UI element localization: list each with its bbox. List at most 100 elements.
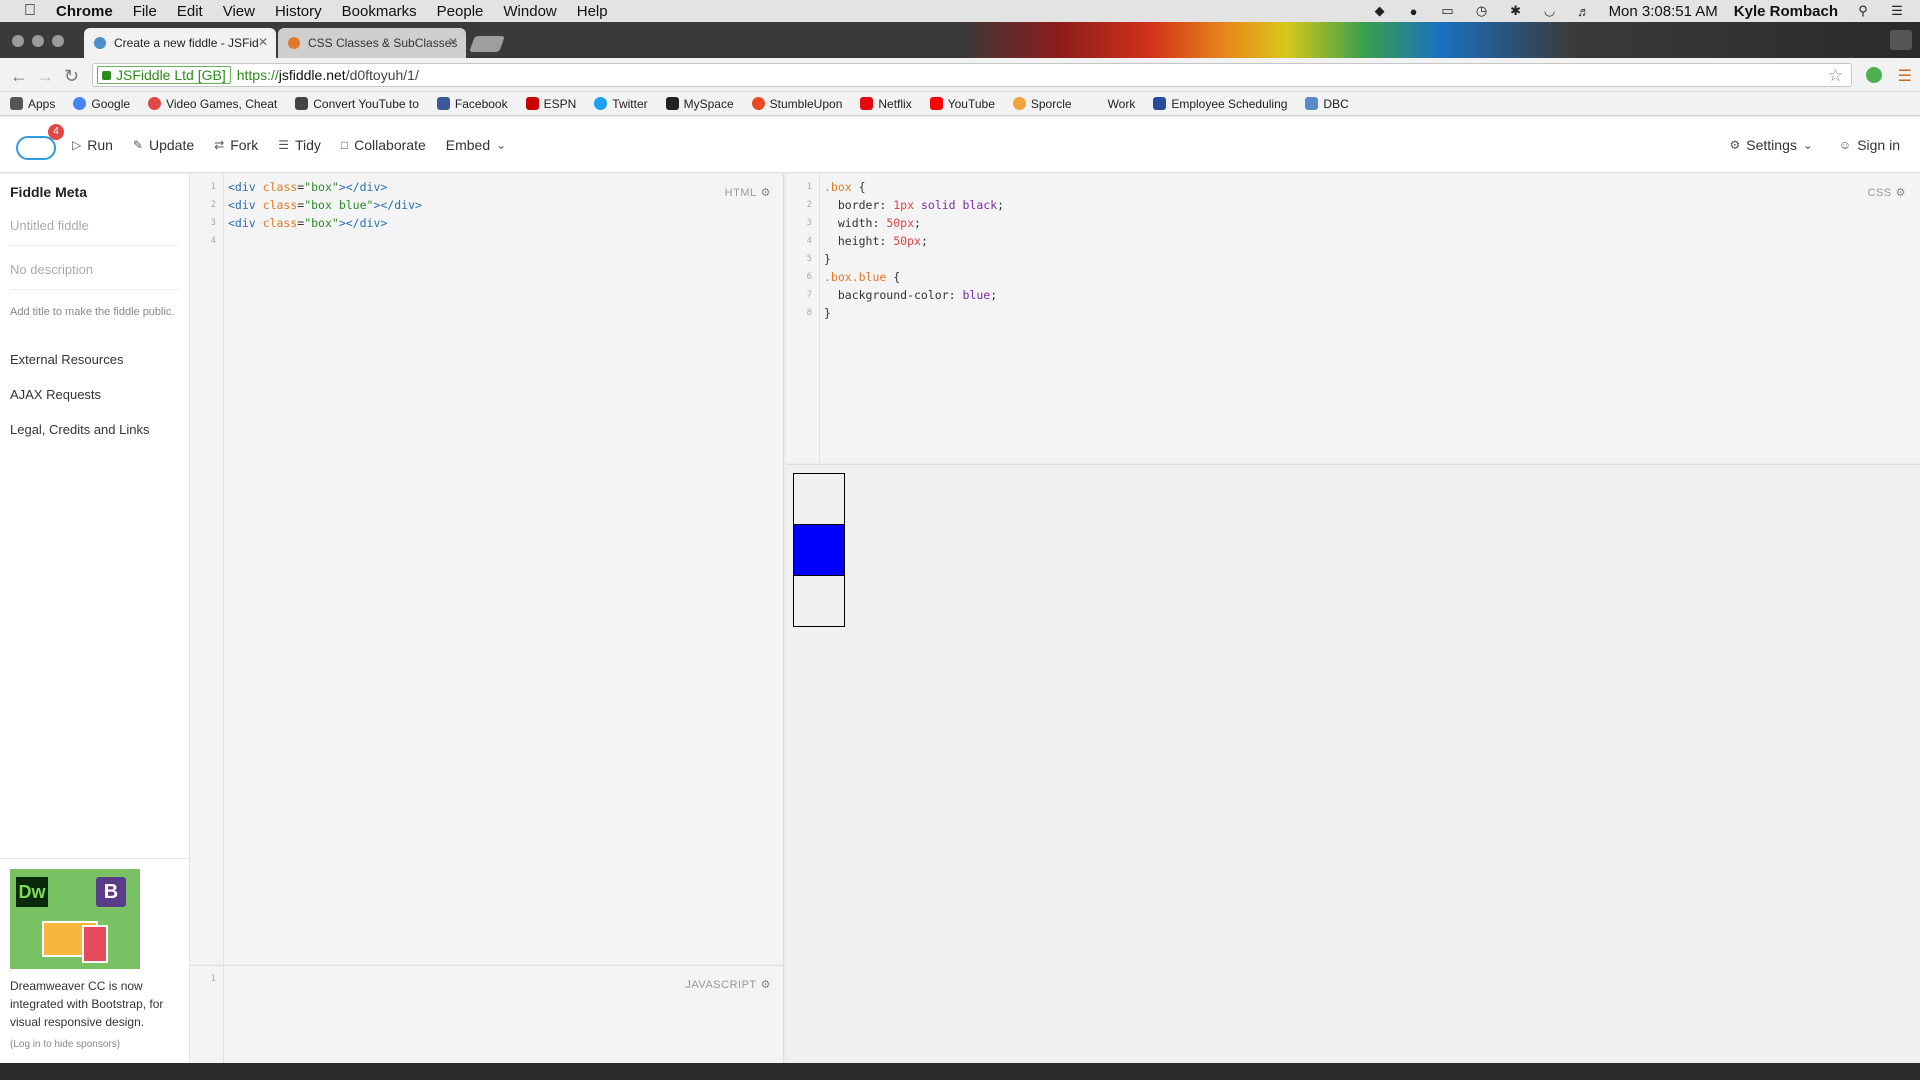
result-panel[interactable] <box>786 464 1920 1062</box>
menubar-user[interactable]: Kyle Rombach <box>1734 3 1838 20</box>
bookmark-twitter[interactable]: Twitter <box>594 97 648 111</box>
sign-in-button[interactable]: ☺ Sign in <box>1839 137 1900 153</box>
youtube-icon <box>929 97 943 110</box>
result-box <box>793 575 845 627</box>
collaborate-button[interactable]: □ Collaborate <box>341 137 426 153</box>
dock-edge <box>0 1063 1920 1080</box>
spotlight-search-icon[interactable]: ⚲ <box>1854 3 1872 18</box>
security-indicator[interactable]: JSFiddle Ltd [GB] <box>97 66 231 84</box>
menu-app-name[interactable]: Chrome <box>56 3 113 20</box>
menu-help[interactable]: Help <box>577 3 608 20</box>
line-number: 1 <box>210 182 216 192</box>
menubar-clock[interactable]: Mon 3:08:51 AM <box>1609 3 1718 20</box>
fork-button[interactable]: ⇄ Fork <box>214 137 258 153</box>
reload-icon[interactable]: ↻ <box>64 66 79 87</box>
bookmark-label: Video Games, Cheat <box>166 96 278 111</box>
line-number: 5 <box>806 254 812 264</box>
macos-menu-bar:  Chrome File Edit View History Bookmark… <box>0 0 1920 22</box>
gear-icon[interactable]: ⚙ <box>761 186 771 199</box>
bookmark-work[interactable]: Work <box>1089 97 1135 111</box>
wifi-icon[interactable]: ◡ <box>1541 3 1559 18</box>
jsfiddle-logo[interactable]: 4 <box>16 123 64 160</box>
zoom-window-button[interactable] <box>52 35 64 47</box>
music-note-icon <box>295 97 309 110</box>
legal-credits-link[interactable]: Legal, Credits and Links <box>10 422 179 437</box>
javascript-editor-panel[interactable]: 1 JAVASCRIPT ⚙ <box>190 965 784 1063</box>
notification-center-icon[interactable]: ☰ <box>1888 3 1906 18</box>
bookmark-sporcle[interactable]: Sporcle <box>1012 97 1072 111</box>
menu-history[interactable]: History <box>275 3 322 20</box>
dropbox-icon[interactable]: ◆ <box>1371 3 1389 18</box>
bookmark-video-games[interactable]: Video Games, Cheat <box>148 97 277 111</box>
menu-file[interactable]: File <box>133 3 157 20</box>
menubar-status-area: ◆ ● ▭ ◷ ✱ ◡ ♬ Mon 3:08:51 AM Kyle Rombac… <box>1371 0 1906 22</box>
bookmark-label: ESPN <box>543 96 577 111</box>
bookmark-netflix[interactable]: Netflix <box>860 97 912 111</box>
menu-view[interactable]: View <box>223 3 255 20</box>
lines-icon: ☰ <box>278 137 289 152</box>
update-button[interactable]: ✎ Update <box>133 137 194 153</box>
sponsor-image[interactable]: Dw B <box>10 869 140 969</box>
bookmark-convert-youtube[interactable]: Convert YouTube to <box>295 97 419 111</box>
html-code[interactable]: <div class="box"></div> <div class="box … <box>228 178 422 232</box>
settings-label: Settings <box>1746 137 1797 153</box>
css-code[interactable]: .box { border: 1px solid black; width: 5… <box>824 178 1004 322</box>
time-machine-icon[interactable]: ◷ <box>1473 3 1491 18</box>
bookmark-dbc-folder[interactable]: DBC <box>1305 97 1349 111</box>
bookmark-espn[interactable]: ESPN <box>525 96 577 111</box>
airplay-icon[interactable]: ▭ <box>1439 3 1457 18</box>
close-tab-icon[interactable]: ✕ <box>258 35 268 49</box>
notification-badge[interactable]: 4 <box>48 123 64 140</box>
menu-edit[interactable]: Edit <box>177 3 203 20</box>
result-box <box>793 473 845 525</box>
bookmark-youtube[interactable]: YouTube <box>929 97 995 111</box>
forward-arrow-icon[interactable]: → <box>36 66 54 87</box>
new-tab-button[interactable] <box>469 36 505 52</box>
profile-button[interactable] <box>1890 30 1912 50</box>
css-editor-panel[interactable]: 1 2 3 4 5 6 7 8 .box { border: 1px solid… <box>786 174 1920 463</box>
bookmark-employee-scheduling[interactable]: Employee Scheduling <box>1153 97 1287 111</box>
gear-icon[interactable]: ⚙ <box>1896 186 1906 199</box>
bookmark-star-icon[interactable]: ☆ <box>1828 66 1843 86</box>
close-window-button[interactable] <box>12 35 24 47</box>
browser-tab-strip: Create a new fiddle - JSFid ✕ CSS Classe… <box>0 22 1920 58</box>
back-arrow-icon[interactable]: ← <box>10 66 28 87</box>
tidy-button[interactable]: ☰ Tidy <box>278 137 321 153</box>
chat-icon[interactable]: ● <box>1405 4 1423 19</box>
gear-icon[interactable]: ⚙ <box>761 978 771 991</box>
tab-css-classes[interactable]: CSS Classes & SubClasses ✕ <box>278 28 466 58</box>
settings-button[interactable]: ⚙ Settings ⌄ <box>1730 137 1813 153</box>
menu-window[interactable]: Window <box>503 3 556 20</box>
menu-bookmarks[interactable]: Bookmarks <box>342 3 417 20</box>
apple-menu-icon[interactable]:  <box>20 2 40 20</box>
address-bar[interactable]: JSFiddle Ltd [GB] https://jsfiddle.net/d… <box>92 63 1852 87</box>
menu-people[interactable]: People <box>437 3 484 20</box>
extension-icon[interactable] <box>1866 67 1882 83</box>
html-panel-label: HTML ⚙ <box>725 186 771 199</box>
browser-toolbar: ← → ↻ JSFiddle Ltd [GB] https://jsfiddle… <box>0 58 1920 92</box>
hide-sponsors-link[interactable]: (Log in to hide sponsors) <box>10 1039 180 1050</box>
chrome-menu-icon[interactable]: ☰ <box>1898 66 1912 86</box>
run-label: Run <box>87 136 113 153</box>
fiddle-description-input[interactable]: No description <box>10 262 180 290</box>
embed-button[interactable]: Embed ⌄ <box>446 137 506 153</box>
tab-create-new-fiddle[interactable]: Create a new fiddle - JSFid ✕ <box>84 28 276 58</box>
minimize-window-button[interactable] <box>32 35 44 47</box>
apps-grid-icon <box>10 97 23 110</box>
html-editor-panel[interactable]: 1 2 3 4 <div class="box"></div> <div cla… <box>190 174 784 964</box>
bookmark-facebook[interactable]: Facebook <box>436 97 508 111</box>
external-resources-link[interactable]: External Resources <box>10 352 179 367</box>
sponsor-text[interactable]: Dreamweaver CC is now integrated with Bo… <box>10 977 180 1031</box>
bookmark-apps[interactable]: Apps <box>10 97 55 111</box>
bookmarks-bar: Apps Google Video Games, Cheat Convert Y… <box>0 92 1920 116</box>
bookmark-stumbleupon[interactable]: StumbleUpon <box>751 97 842 111</box>
bookmark-myspace[interactable]: MySpace <box>665 97 734 111</box>
fiddle-title-input[interactable]: Untitled fiddle <box>10 218 180 246</box>
bluetooth-icon[interactable]: ✱ <box>1507 3 1525 18</box>
run-button[interactable]: ▷ Run <box>72 137 113 153</box>
url-text[interactable]: https://jsfiddle.net/d0ftoyuh/1/ <box>237 67 419 83</box>
close-tab-icon[interactable]: ✕ <box>448 35 458 49</box>
ajax-requests-link[interactable]: AJAX Requests <box>10 387 179 402</box>
volume-icon[interactable]: ♬ <box>1575 4 1593 19</box>
bookmark-google[interactable]: Google <box>73 97 130 111</box>
